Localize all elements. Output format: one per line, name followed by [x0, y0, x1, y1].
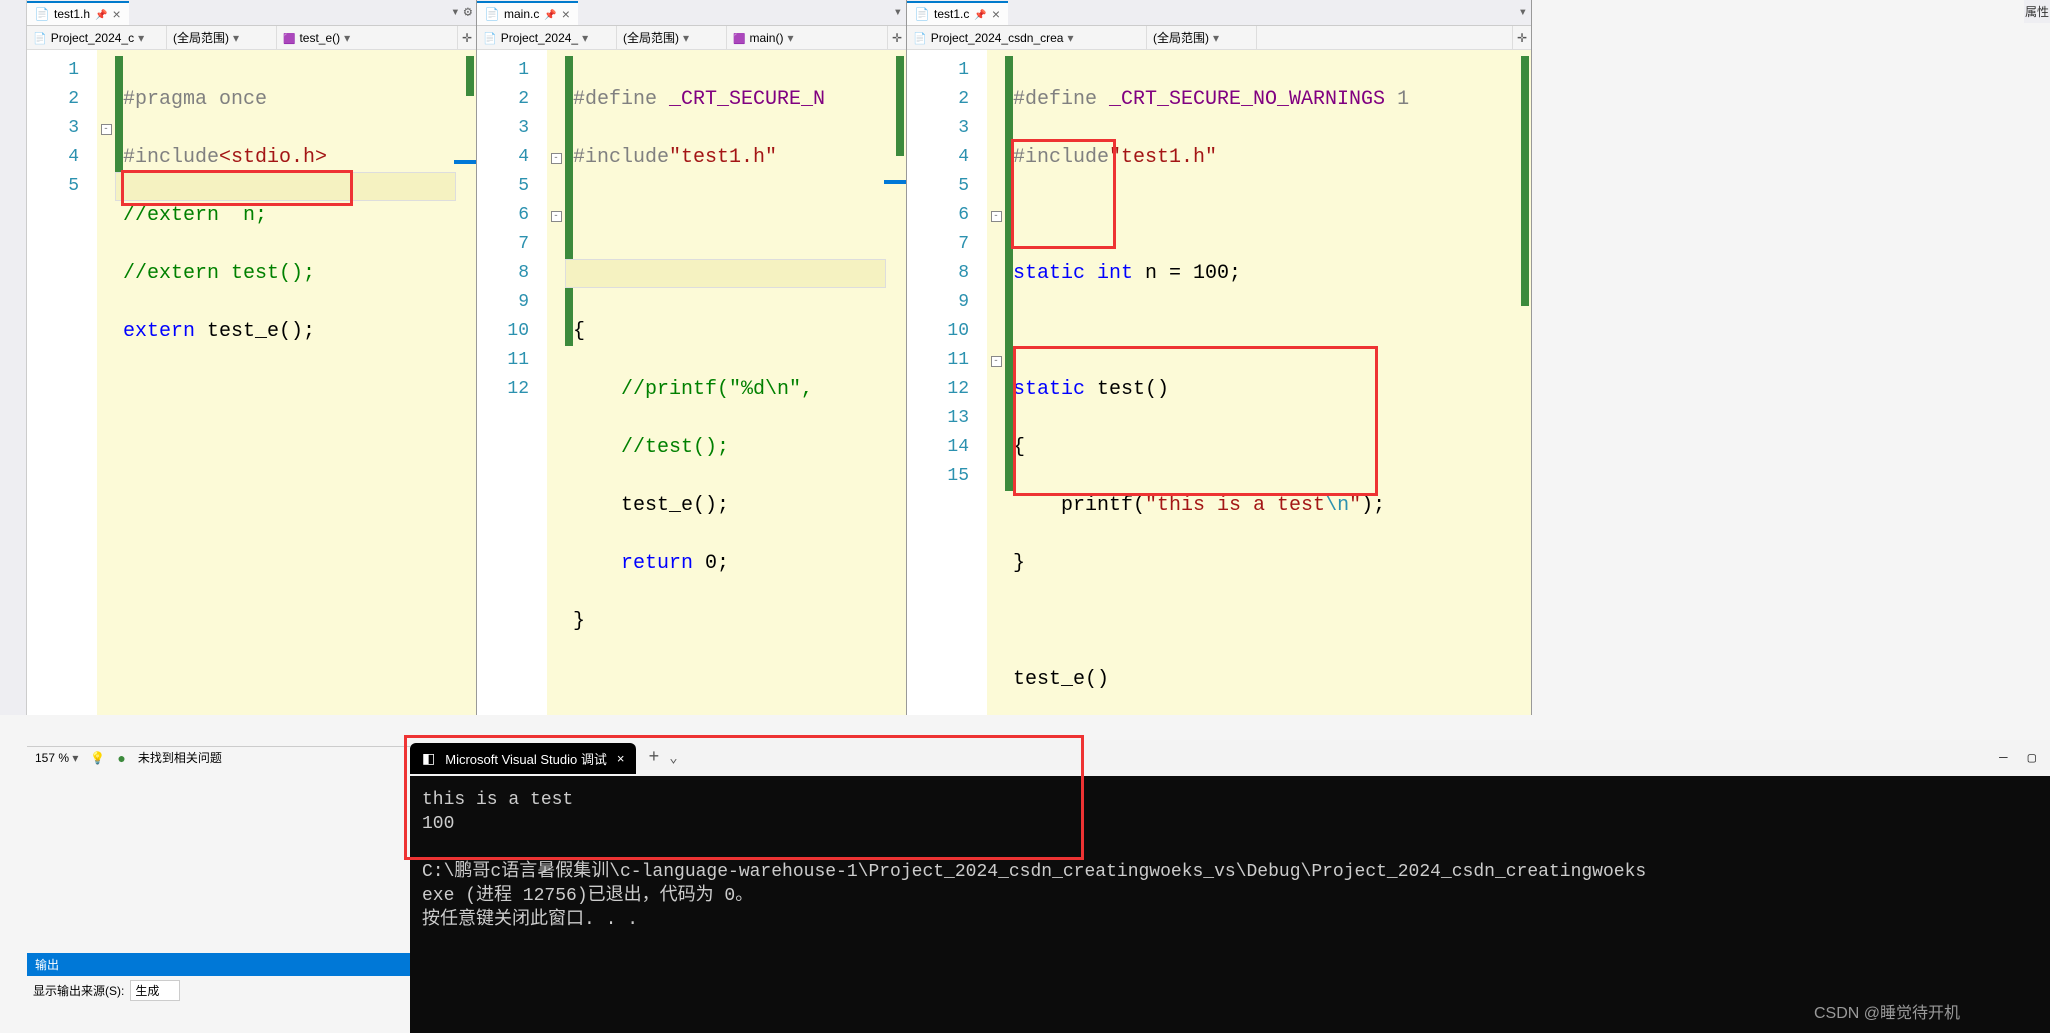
- tab-bar: 📄 test1.h × ▾ ⚙: [27, 0, 476, 26]
- tab-label: test1.h: [54, 7, 90, 21]
- chevron-down-icon: ▾: [233, 31, 239, 45]
- tab-label: test1.c: [934, 7, 969, 21]
- zoom-level[interactable]: 157 % ▾: [35, 751, 78, 765]
- editor-pane-test1h: 📄 test1.h × ▾ ⚙ Project_2024_c ▾ (全局范围) …: [27, 0, 477, 715]
- function-icon: [733, 31, 745, 45]
- issues-label[interactable]: 未找到相关问题: [138, 749, 222, 766]
- change-bar: [1005, 50, 1013, 715]
- dropdown-icon[interactable]: ▾: [894, 4, 902, 21]
- file-icon: 📄: [35, 7, 49, 21]
- nav-function[interactable]: [1257, 26, 1513, 49]
- tab-actions: ▾ ⚙: [451, 4, 476, 21]
- editor-pane-mainc: 📄 main.c × ▾ Project_2024_ ▾ (全局范围)▾ mai…: [477, 0, 907, 715]
- maximize-button[interactable]: ▢: [2028, 750, 2036, 767]
- nav-scope-label: (全局范围): [173, 29, 229, 46]
- window-controls: — ▢: [1999, 750, 2050, 767]
- close-icon[interactable]: ×: [112, 6, 120, 22]
- current-line-highlight: [115, 172, 456, 201]
- file-tab-test1c[interactable]: 📄 test1.c ×: [907, 1, 1008, 25]
- minimize-button[interactable]: —: [1999, 750, 2007, 767]
- check-icon: ●: [117, 750, 125, 766]
- editor-area: 📄 test1.h × ▾ ⚙ Project_2024_c ▾ (全局范围) …: [0, 0, 2050, 715]
- change-bar: [115, 50, 123, 715]
- nav-function[interactable]: main()▾: [727, 26, 888, 49]
- nav-func-label: test_e(): [299, 31, 340, 45]
- function-icon: [283, 31, 295, 45]
- project-icon: [913, 31, 927, 45]
- split-icon[interactable]: ✛: [888, 26, 906, 49]
- split-icon[interactable]: ✛: [1513, 26, 1531, 49]
- pin-icon[interactable]: [544, 7, 556, 21]
- nav-bar: Project_2024_c ▾ (全局范围) ▾ test_e() ▾ ✛: [27, 26, 476, 50]
- fold-margin[interactable]: - -: [547, 50, 565, 715]
- line-gutter: 123 456 789 101112 131415: [907, 50, 987, 715]
- nav-function[interactable]: test_e() ▾: [277, 26, 458, 49]
- tab-bar: 📄 main.c × ▾: [477, 0, 906, 26]
- debug-console-window: Microsoft Visual Studio 调试 × + ⌄ — ▢ thi…: [410, 740, 2050, 1033]
- property-tab-label[interactable]: 属性: [2024, 0, 2050, 23]
- code-lines[interactable]: #pragma once #include<stdio.h> //extern …: [123, 50, 476, 715]
- left-toolbar[interactable]: [0, 0, 27, 715]
- nav-scope[interactable]: (全局范围)▾: [1147, 26, 1257, 49]
- dropdown-icon[interactable]: ▾: [1519, 4, 1527, 21]
- code-editor-test1c[interactable]: 123 456 789 101112 131415 - - #define _C…: [907, 50, 1531, 715]
- split-icon[interactable]: ✛: [458, 26, 476, 49]
- pin-icon[interactable]: [974, 7, 986, 21]
- line-gutter: 123 456 789 101112: [477, 50, 547, 715]
- dropdown-icon[interactable]: ▾: [451, 4, 459, 21]
- nav-project[interactable]: Project_2024_csdn_crea▾: [907, 26, 1147, 49]
- annotation-box-console: [404, 735, 1084, 860]
- file-tab-test1h[interactable]: 📄 test1.h ×: [27, 1, 129, 25]
- tab-label: main.c: [504, 7, 539, 21]
- nav-scope[interactable]: (全局范围)▾: [617, 26, 727, 49]
- nav-project-label: Project_2024_c: [51, 31, 134, 45]
- output-source-select[interactable]: 生成: [130, 980, 180, 1001]
- file-tab-mainc[interactable]: 📄 main.c ×: [477, 1, 578, 25]
- editor-pane-test1c: 📄 test1.c × ▾ Project_2024_csdn_crea▾ (全…: [907, 0, 1532, 715]
- output-header[interactable]: 输出: [27, 953, 427, 976]
- close-icon[interactable]: ×: [992, 6, 1000, 22]
- code-editor-test1h[interactable]: 1 2 3 4 5 - #pragma once #include<stdio.…: [27, 50, 476, 715]
- fold-margin[interactable]: - -: [987, 50, 1005, 715]
- file-icon: 📄: [485, 7, 499, 21]
- lightbulb-icon[interactable]: 💡: [90, 751, 105, 765]
- project-icon: [483, 31, 497, 45]
- gear-icon[interactable]: ⚙: [464, 4, 472, 21]
- line-gutter: 1 2 3 4 5: [27, 50, 97, 715]
- nav-project[interactable]: Project_2024_ ▾: [477, 26, 617, 49]
- chevron-down-icon: ▾: [138, 31, 144, 45]
- file-icon: 📄: [915, 7, 929, 21]
- watermark: CSDN @睡觉待开机: [1814, 999, 1960, 1023]
- tab-bar: 📄 test1.c × ▾: [907, 0, 1531, 26]
- close-icon[interactable]: ×: [562, 6, 570, 22]
- chevron-down-icon: ▾: [344, 31, 350, 45]
- output-panel: 输出 显示输出来源(S): 生成: [27, 953, 427, 1033]
- nav-project[interactable]: Project_2024_c ▾: [27, 26, 167, 49]
- code-editor-mainc[interactable]: 123 456 789 101112 - - #define _CRT_SECU…: [477, 50, 906, 715]
- code-lines[interactable]: #define _CRT_SECURE_N #include"test1.h" …: [573, 50, 906, 715]
- change-bar: [565, 50, 573, 715]
- fold-margin[interactable]: -: [97, 50, 115, 715]
- current-line-highlight: [565, 259, 886, 288]
- project-icon: [33, 31, 47, 45]
- pin-icon[interactable]: [95, 7, 107, 21]
- output-source-label: 显示输出来源(S):: [33, 982, 124, 999]
- code-lines[interactable]: #define _CRT_SECURE_NO_WARNINGS 1 #inclu…: [1013, 50, 1531, 715]
- nav-scope[interactable]: (全局范围) ▾: [167, 26, 277, 49]
- nav-bar: Project_2024_ ▾ (全局范围)▾ main()▾ ✛: [477, 26, 906, 50]
- nav-bar: Project_2024_csdn_crea▾ (全局范围)▾ ✛: [907, 26, 1531, 50]
